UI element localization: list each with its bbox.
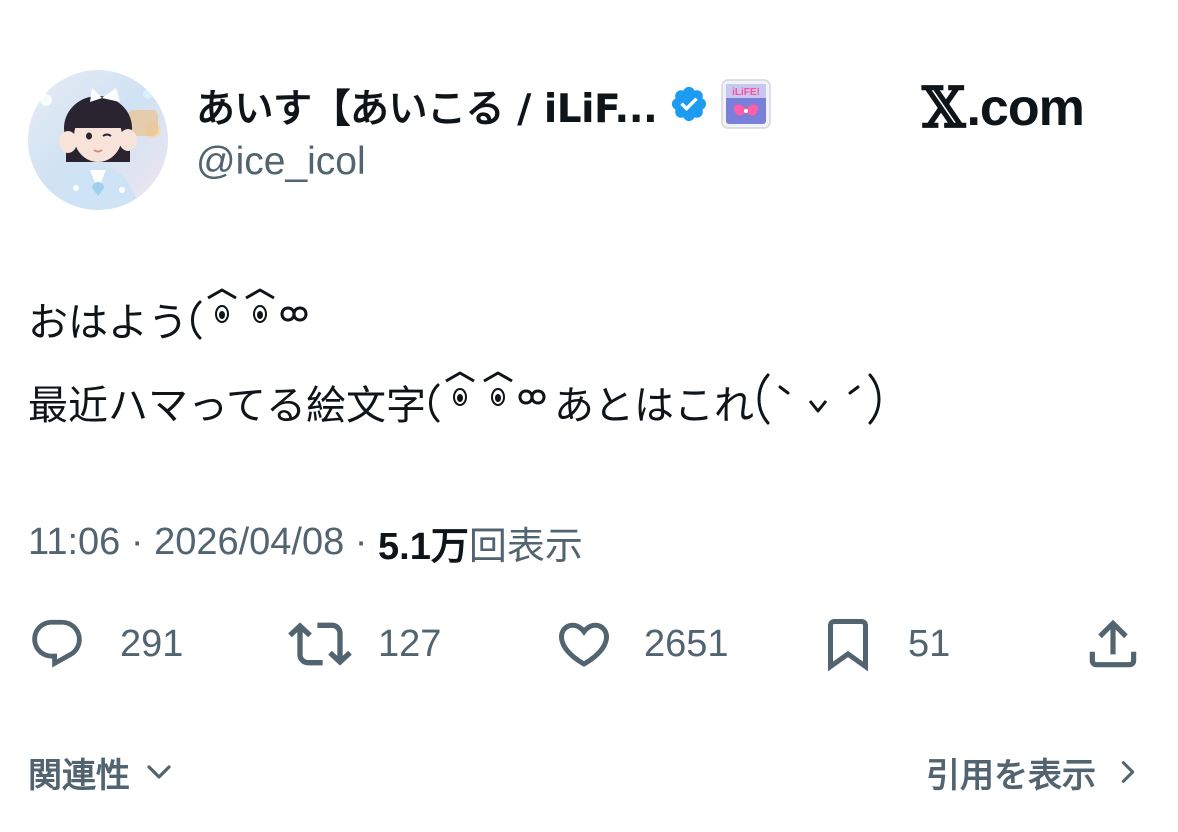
tweet-date[interactable]: 2026/04/08: [154, 521, 344, 564]
kaomoji-frown-icon: [754, 367, 884, 437]
retweet-count: 127: [378, 622, 442, 665]
tweet-text-suffix: あとはこれ: [554, 383, 754, 429]
reply-button[interactable]: 291: [28, 612, 183, 676]
author-handle[interactable]: @ice_icol: [196, 140, 366, 184]
ilife-affiliate-badge-icon[interactable]: iLiFE!: [721, 79, 772, 133]
sort-label: 関連性: [28, 755, 130, 796]
tweet-action-bar: 291 127 2651 51: [0, 612, 1178, 676]
share-icon: [1089, 619, 1137, 668]
share-button[interactable]: [1082, 612, 1144, 676]
bookmark-icon: [828, 619, 868, 672]
chevron-down-icon: [147, 765, 171, 779]
verified-badge-icon: [669, 84, 709, 128]
meta-separator: ·: [120, 520, 155, 563]
author-name-row[interactable]: あいす【あいこる / iLiF... iLiFE!: [196, 74, 772, 138]
view-quotes-label: 引用を表示: [926, 755, 1096, 796]
bookmark-button[interactable]: 51: [818, 612, 950, 676]
retweet-button[interactable]: 127: [288, 612, 441, 676]
bookmark-count: 51: [908, 622, 951, 665]
reply-count: 291: [120, 622, 184, 665]
like-button[interactable]: 2651: [554, 612, 729, 676]
tweet-time[interactable]: 11:06: [28, 521, 120, 564]
brand-suffix: .com: [966, 79, 1084, 137]
like-count: 2651: [644, 622, 729, 665]
kaomoji-emoji-icon: [426, 367, 554, 437]
replies-sort-dropdown[interactable]: 関連性: [28, 744, 174, 800]
author-display-name[interactable]: あいす【あいこる / iLiF...: [196, 78, 658, 134]
tweet-meta: 11:06 · 2026/04/08 · 5.1万 回表示: [28, 514, 583, 570]
reply-icon: [32, 619, 82, 668]
chevron-right-icon: [1121, 761, 1135, 783]
tweet-text-line-2: 最近ハマってる絵文字 あとはこれ: [28, 371, 884, 432]
meta-separator: ·: [344, 520, 379, 563]
tweet-text-line-1: おはよう: [28, 288, 316, 349]
affiliate-badge-text: iLiFE!: [732, 87, 760, 98]
heart-icon: [558, 622, 610, 667]
x-brand-logo: 𝕏 .com: [922, 75, 1085, 141]
views-count: 5.1万: [378, 525, 469, 568]
retweet-icon: [288, 622, 352, 666]
views-label: 回表示: [468, 525, 583, 568]
avatar-image: [28, 70, 168, 210]
tweet-text-main: 最近ハマってる絵文字: [28, 383, 426, 429]
kaomoji-emoji-icon: [188, 284, 316, 354]
tweet-text-greeting: おはよう: [28, 300, 188, 346]
author-avatar[interactable]: [28, 70, 168, 210]
view-quotes-link[interactable]: 引用を表示: [926, 744, 1142, 800]
x-logo-icon: 𝕏: [922, 75, 965, 141]
